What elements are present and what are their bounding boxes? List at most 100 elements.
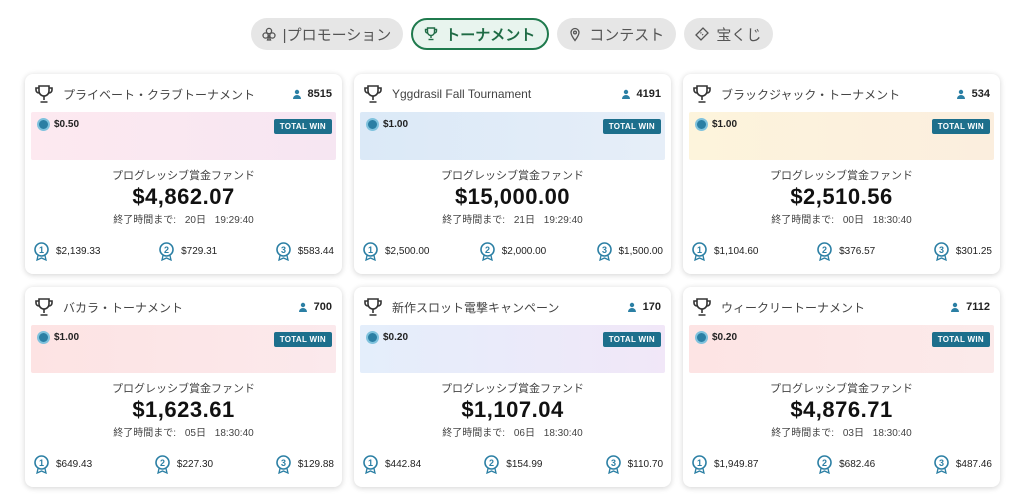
tab-contests[interactable]: コンテスト bbox=[557, 18, 677, 50]
tournament-card[interactable]: プライベート・クラブトーナメント 8515 $0.50 TOTAL WIN プロ… bbox=[25, 74, 342, 274]
rank-2-medal-icon: 2 bbox=[155, 454, 170, 474]
tournament-card[interactable]: ウィークリートーナメント 7112 $0.20 TOTAL WIN プログレッシ… bbox=[683, 287, 1000, 487]
coin-icon bbox=[366, 118, 379, 131]
person-icon bbox=[292, 89, 301, 99]
rank-1-medal-icon: 1 bbox=[692, 454, 707, 474]
prize-amount: $110.70 bbox=[627, 458, 663, 470]
player-count: 170 bbox=[627, 301, 661, 313]
coin-icon bbox=[37, 118, 50, 131]
rank-2-medal-icon: 2 bbox=[479, 241, 495, 261]
tab-promotions[interactable]: |プロモーション bbox=[250, 18, 404, 50]
svg-text:2: 2 bbox=[485, 245, 490, 255]
fund-amount: $15,000.00 bbox=[454, 184, 571, 209]
svg-text:2: 2 bbox=[160, 458, 165, 468]
ends-label: 終了時間まで: bbox=[113, 215, 177, 226]
svg-text:1: 1 bbox=[368, 245, 373, 255]
prize-list: 1 $1,949.87 2 $682.46 3 $487.46 bbox=[691, 453, 992, 475]
tournament-card[interactable]: 新作スロット電撃キャンペーン 170 $0.20 TOTAL WIN プログレッ… bbox=[354, 287, 671, 487]
trophy-icon bbox=[364, 85, 382, 103]
tab-label: コンテスト bbox=[589, 26, 665, 44]
prize-rank-2: 2 $154.99 bbox=[483, 454, 543, 474]
prize-amount: $2,000.00 bbox=[501, 245, 547, 257]
days-remaining: 05日 bbox=[184, 428, 206, 439]
coin-icon bbox=[695, 118, 708, 131]
ends-label: 終了時間まで: bbox=[442, 215, 506, 226]
rank-2-medal-icon: 2 bbox=[817, 454, 832, 474]
fund-label: プログレッシブ賞金ファンド bbox=[112, 170, 255, 182]
card-title: Yggdrasil Fall Tournament bbox=[392, 87, 532, 101]
rank-1-medal-icon: 1 bbox=[363, 454, 378, 474]
tab-label: 宝くじ bbox=[716, 26, 762, 44]
fund-label: プログレッシブ賞金ファンド bbox=[441, 383, 584, 395]
prize-rank-2: 2 $227.30 bbox=[154, 454, 214, 474]
prize-amount: $2,139.33 bbox=[56, 245, 101, 257]
rank-3-medal-icon: 3 bbox=[934, 454, 949, 474]
time-remaining-value: 18:30:40 bbox=[543, 428, 583, 439]
person-icon bbox=[956, 89, 965, 99]
player-count: 7112 bbox=[950, 301, 990, 313]
prize-rank-3: 3 $301.25 bbox=[933, 241, 992, 261]
svg-text:2: 2 bbox=[489, 458, 494, 468]
time-remaining-value: 18:30:40 bbox=[872, 428, 912, 439]
prize-rank-1: 1 $442.84 bbox=[362, 454, 421, 474]
trophy-icon bbox=[693, 85, 711, 103]
fund-amount: $2,510.56 bbox=[790, 184, 893, 209]
min-stake-value: $0.50 bbox=[54, 119, 80, 130]
time-remaining-value: 18:30:40 bbox=[214, 428, 254, 439]
prize-amount: $649.43 bbox=[56, 458, 93, 470]
fund-label: プログレッシブ賞金ファンド bbox=[441, 170, 584, 182]
tournament-card[interactable]: バカラ・トーナメント 700 $1.00 TOTAL WIN プログレッシブ賞金… bbox=[25, 287, 342, 487]
svg-text:1: 1 bbox=[39, 245, 44, 255]
tournament-card[interactable]: Yggdrasil Fall Tournament 4191 $1.00 TOT… bbox=[354, 74, 671, 274]
prize-rank-1: 1 $649.43 bbox=[33, 454, 93, 474]
prize-amount: $227.30 bbox=[176, 458, 214, 470]
player-count-value: 534 bbox=[971, 88, 990, 100]
person-icon bbox=[627, 302, 636, 312]
time-remaining: 終了時間まで: 21日 19:29:40 bbox=[354, 211, 671, 226]
svg-text:1: 1 bbox=[39, 458, 44, 468]
player-count: 534 bbox=[956, 88, 990, 100]
min-stake: $1.00 bbox=[695, 118, 737, 131]
fund-amount: $4,862.07 bbox=[132, 184, 235, 209]
card-header: ウィークリートーナメント 7112 bbox=[691, 295, 990, 319]
prize-list: 1 $2,500.00 2 $2,000.00 3 $1,500.00 bbox=[362, 240, 663, 262]
svg-text:1: 1 bbox=[697, 458, 702, 468]
player-count-value: 700 bbox=[313, 301, 332, 313]
person-icon bbox=[951, 302, 960, 312]
prize-amount: $154.99 bbox=[506, 458, 543, 470]
days-remaining: 00日 bbox=[842, 215, 864, 226]
svg-text:3: 3 bbox=[281, 458, 286, 468]
player-count: 700 bbox=[298, 301, 332, 313]
prize-list: 1 $442.84 2 $154.99 3 $110.70 bbox=[362, 453, 663, 475]
rank-3-medal-icon: 3 bbox=[596, 241, 612, 261]
tournament-card[interactable]: ブラックジャック・トーナメント 534 $1.00 TOTAL WIN プログレ… bbox=[683, 74, 1000, 274]
rank-3-medal-icon: 3 bbox=[276, 241, 291, 261]
total-win-badge: TOTAL WIN bbox=[273, 332, 332, 347]
person-icon bbox=[621, 89, 630, 99]
time-remaining-value: 19:29:40 bbox=[214, 215, 254, 226]
trophy-icon bbox=[693, 298, 711, 316]
prize-amount: $729.31 bbox=[181, 245, 218, 257]
fund-amount: $1,107.04 bbox=[461, 397, 564, 422]
rank-3-medal-icon: 3 bbox=[605, 454, 621, 474]
rank-1-medal-icon: 1 bbox=[363, 241, 378, 261]
prize-list: 1 $649.43 2 $227.30 3 $129.88 bbox=[33, 453, 334, 475]
tab-tournaments[interactable]: トーナメント bbox=[411, 18, 550, 50]
tab-label: |プロモーション bbox=[282, 26, 392, 44]
tab-lottery[interactable]: 宝くじ bbox=[684, 18, 774, 50]
player-count-value: 170 bbox=[642, 301, 661, 313]
trophy-icon bbox=[364, 298, 382, 316]
svg-text:2: 2 bbox=[164, 245, 169, 255]
total-win-badge: TOTAL WIN bbox=[273, 119, 332, 134]
card-title: ウィークリートーナメント bbox=[721, 300, 866, 315]
tab-label: トーナメント bbox=[445, 26, 536, 44]
svg-text:1: 1 bbox=[697, 245, 702, 255]
fund-label: プログレッシブ賞金ファンド bbox=[112, 383, 255, 395]
prize-amount: $376.57 bbox=[839, 245, 876, 257]
prize-rank-1: 1 $1,949.87 bbox=[691, 454, 759, 474]
svg-text:3: 3 bbox=[939, 458, 944, 468]
fund-label: プログレッシブ賞金ファンド bbox=[770, 170, 913, 182]
svg-text:3: 3 bbox=[601, 245, 606, 255]
trophy-icon bbox=[35, 298, 53, 316]
min-stake: $0.20 bbox=[695, 331, 737, 344]
